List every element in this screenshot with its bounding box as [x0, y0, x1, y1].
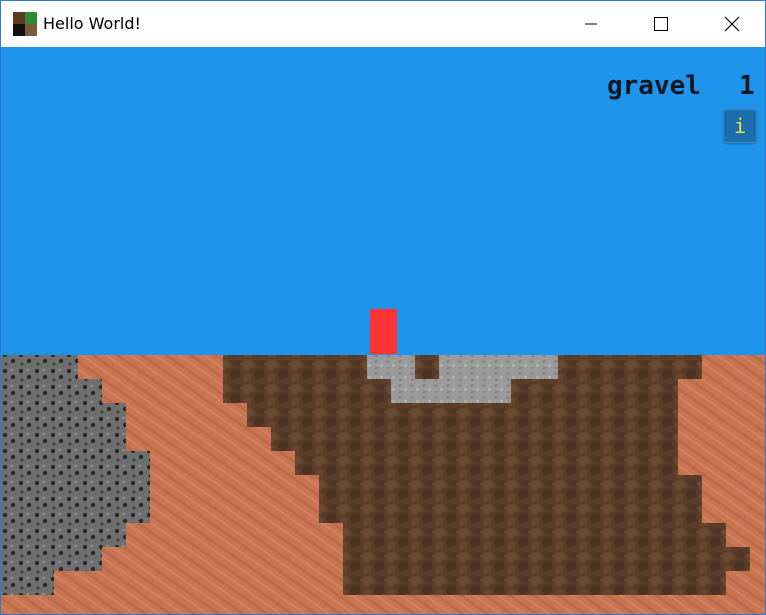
minimize-button[interactable]: [568, 1, 614, 47]
game-canvas[interactable]: gravel 1 i: [1, 47, 765, 614]
maximize-icon: [654, 17, 668, 31]
close-icon: [724, 16, 740, 32]
info-button[interactable]: i: [723, 109, 757, 143]
close-button[interactable]: [709, 1, 755, 47]
player: [370, 309, 397, 354]
maximize-button[interactable]: [638, 1, 684, 47]
grass-block-icon: [13, 12, 37, 36]
selected-item-count: 1: [739, 71, 755, 101]
app-window: Hello World! gravel 1 i: [0, 0, 766, 615]
selected-item-name: gravel: [607, 71, 701, 101]
title-bar[interactable]: Hello World!: [1, 1, 765, 47]
game-world: [1, 47, 765, 614]
window-title: Hello World!: [43, 14, 141, 33]
minimize-icon: [585, 23, 597, 25]
